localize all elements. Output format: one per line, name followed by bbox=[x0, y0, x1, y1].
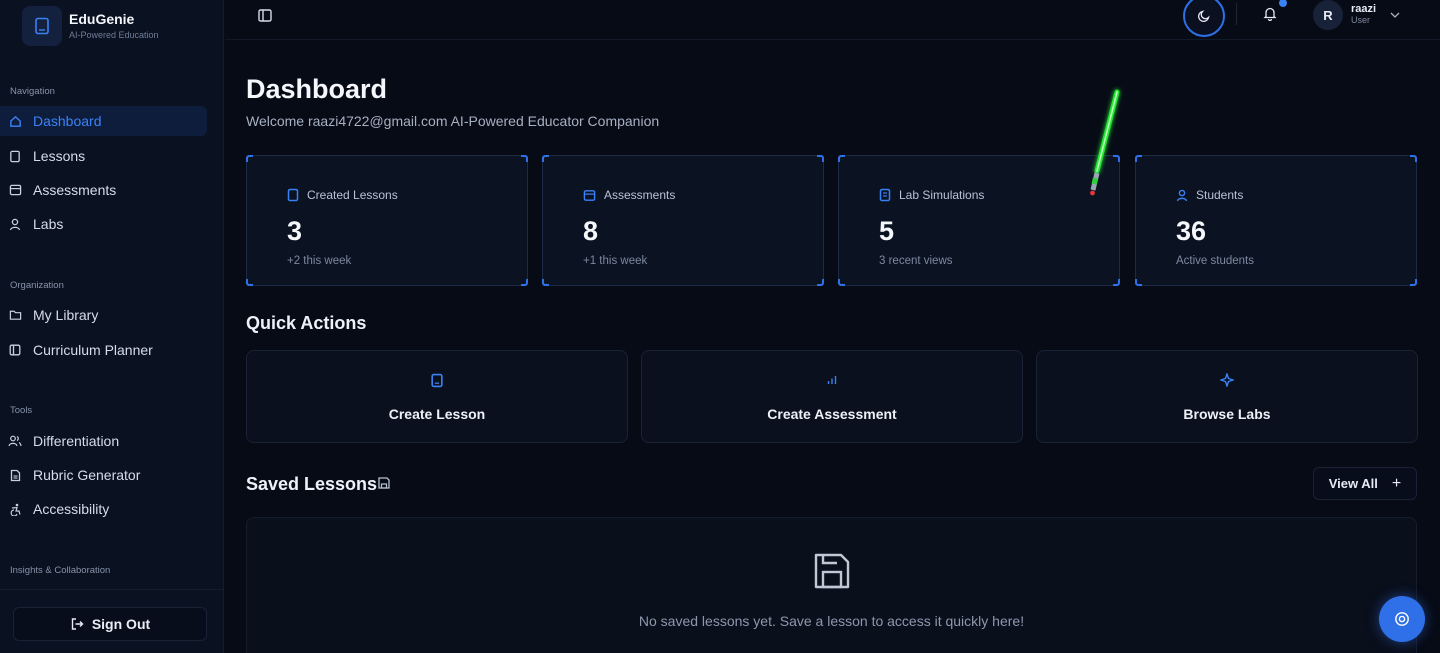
stat-value: 3 bbox=[287, 216, 303, 246]
sidebar-item-assessments[interactable]: Assessments bbox=[0, 175, 207, 205]
user-menu[interactable]: R raazi User bbox=[1313, 0, 1400, 30]
book-icon bbox=[431, 373, 444, 388]
view-all-button[interactable]: View All + bbox=[1313, 467, 1417, 500]
sidebar-item-label: Lessons bbox=[33, 148, 86, 164]
save-icon bbox=[811, 550, 853, 592]
stat-note: +2 this week bbox=[287, 255, 352, 267]
top-bar: R raazi User bbox=[225, 0, 1440, 40]
sidebar-item-label: Curriculum Planner bbox=[33, 342, 153, 358]
save-icon bbox=[377, 476, 391, 490]
bar-chart-icon bbox=[826, 373, 839, 386]
theme-toggle-button[interactable] bbox=[1183, 0, 1225, 37]
sidebar-toggle-icon[interactable] bbox=[256, 7, 274, 23]
sidebar-item-label: Dashboard bbox=[33, 113, 102, 129]
notification-badge bbox=[1277, 0, 1289, 9]
stat-note: 3 recent views bbox=[879, 255, 953, 267]
panel-icon bbox=[8, 343, 22, 357]
user-name: raazi bbox=[1351, 3, 1377, 15]
sidebar-item-dashboard[interactable]: Dashboard bbox=[0, 106, 207, 136]
saved-lessons-panel: No saved lessons yet. Save a lesson to a… bbox=[246, 517, 1417, 653]
sidebar-item-label: My Library bbox=[33, 307, 99, 323]
stat-label: Lab Simulations bbox=[899, 188, 985, 202]
quick-action-label: Create Lesson bbox=[388, 406, 486, 422]
stat-value: 8 bbox=[583, 216, 599, 246]
sidebar-item-curriculum-planner[interactable]: Curriculum Planner bbox=[0, 335, 207, 365]
sidebar-item-label: Assessments bbox=[33, 182, 117, 198]
page-title: Dashboard bbox=[246, 74, 388, 104]
sidebar-item-differentiation[interactable]: Differentiation bbox=[0, 426, 207, 456]
quick-action-label: Browse Labs bbox=[1183, 406, 1271, 422]
sparkle-icon bbox=[1220, 373, 1234, 387]
plus-icon: + bbox=[1391, 474, 1402, 492]
calendar-icon bbox=[583, 189, 596, 202]
brand-name: EduGenie bbox=[69, 11, 135, 27]
browse-labs-button[interactable]: Browse Labs bbox=[1036, 350, 1418, 443]
stat-note: Active students bbox=[1176, 255, 1254, 267]
stat-card-students[interactable]: Students 36 Active students bbox=[1135, 155, 1417, 286]
sidebar-item-label: Rubric Generator bbox=[33, 467, 141, 483]
nav-section-insights: Insights & Collaboration bbox=[10, 565, 111, 576]
sidebar-item-labs[interactable]: Labs bbox=[0, 209, 207, 239]
empty-state-message: No saved lessons yet. Save a lesson to a… bbox=[638, 613, 1025, 629]
file-icon bbox=[8, 468, 22, 482]
create-assessment-button[interactable]: Create Assessment bbox=[641, 350, 1023, 443]
sidebar-item-label: Labs bbox=[33, 216, 64, 232]
stat-label: Created Lessons bbox=[307, 188, 398, 202]
brand[interactable]: EduGenie AI-Powered Education bbox=[22, 6, 159, 46]
brand-logo-icon bbox=[22, 6, 62, 46]
view-all-label: View All bbox=[1328, 476, 1378, 491]
sidebar-item-lessons[interactable]: Lessons bbox=[0, 141, 207, 171]
users-icon bbox=[8, 434, 22, 448]
avatar: R bbox=[1313, 0, 1343, 30]
stat-note: +1 this week bbox=[583, 255, 648, 267]
stat-label: Assessments bbox=[604, 188, 676, 202]
accessibility-icon bbox=[8, 502, 22, 516]
book-icon bbox=[287, 188, 299, 202]
lightsaber-decoration bbox=[1090, 89, 1120, 196]
sidebar-item-accessibility[interactable]: Accessibility bbox=[0, 494, 207, 524]
flask-icon bbox=[879, 188, 891, 202]
nav-section-organization: Organization bbox=[10, 280, 64, 291]
folder-icon bbox=[8, 308, 22, 322]
user-icon bbox=[8, 217, 22, 231]
brand-tagline: AI-Powered Education bbox=[69, 30, 159, 40]
saved-lessons-title: Saved Lessons bbox=[246, 474, 378, 494]
sidebar-item-label: Accessibility bbox=[33, 501, 110, 517]
sidebar: EduGenie AI-Powered Education Navigation… bbox=[0, 0, 224, 653]
home-icon bbox=[8, 114, 22, 128]
sidebar-item-my-library[interactable]: My Library bbox=[0, 300, 207, 330]
sidebar-item-rubric-generator[interactable]: Rubric Generator bbox=[0, 460, 207, 490]
sign-out-button[interactable]: Sign Out bbox=[13, 607, 207, 641]
log-out-icon bbox=[70, 617, 84, 631]
user-icon bbox=[1176, 189, 1188, 202]
stat-card-assessments[interactable]: Assessments 8 +1 this week bbox=[542, 155, 824, 286]
create-lesson-button[interactable]: Create Lesson bbox=[246, 350, 628, 443]
quick-actions-title: Quick Actions bbox=[246, 313, 367, 333]
stat-card-created-lessons[interactable]: Created Lessons 3 +2 this week bbox=[246, 155, 528, 286]
header-divider bbox=[1236, 3, 1237, 25]
nav-section-tools: Tools bbox=[10, 405, 33, 416]
chevron-down-icon bbox=[1390, 12, 1400, 18]
sign-out-label: Sign Out bbox=[91, 616, 151, 632]
user-role: User bbox=[1351, 15, 1371, 25]
stat-label: Students bbox=[1196, 188, 1244, 202]
help-button[interactable] bbox=[1379, 596, 1425, 642]
nav-section-navigation: Navigation bbox=[10, 86, 55, 97]
stat-value: 5 bbox=[879, 216, 895, 246]
welcome-text: Welcome raazi4722@gmail.com AI-Powered E… bbox=[246, 113, 660, 129]
book-icon bbox=[8, 149, 22, 163]
stat-card-lab-simulations[interactable]: Lab Simulations 5 3 recent views bbox=[838, 155, 1120, 286]
help-icon bbox=[1394, 611, 1410, 627]
sidebar-divider bbox=[0, 589, 224, 590]
calendar-icon bbox=[8, 183, 22, 197]
notifications-bell-icon[interactable] bbox=[1261, 4, 1279, 22]
quick-action-label: Create Assessment bbox=[767, 406, 897, 422]
sidebar-item-label: Differentiation bbox=[33, 433, 120, 449]
stat-value: 36 bbox=[1176, 216, 1207, 246]
moon-icon bbox=[1197, 9, 1211, 23]
